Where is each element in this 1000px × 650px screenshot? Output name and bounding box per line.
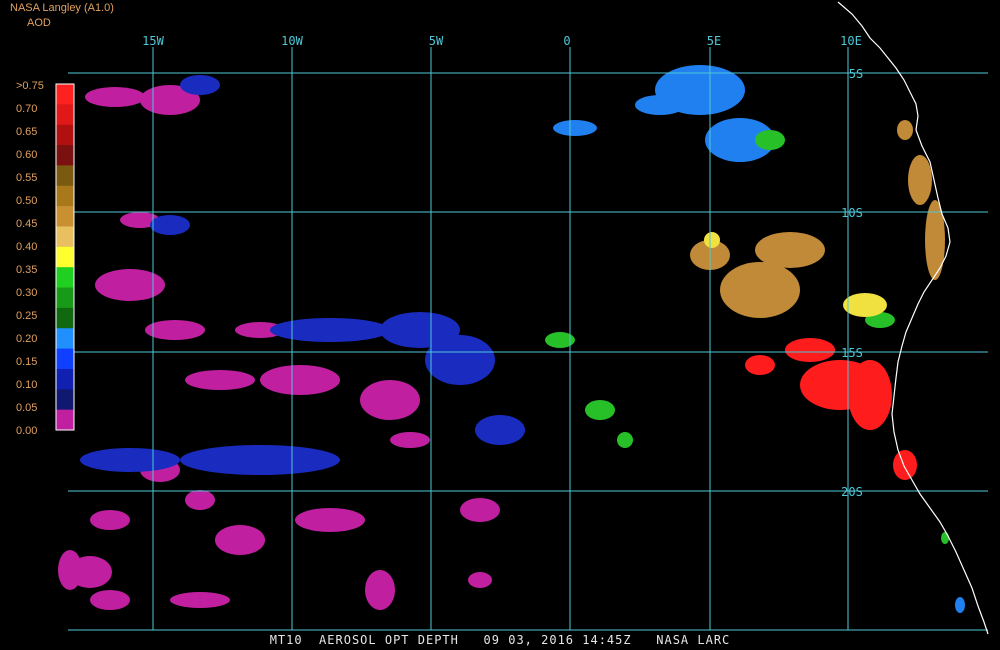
- legend-swatches: [56, 84, 74, 431]
- aod-map-view: NASA Langley (A1.0) AOD 15W 10W 5W 0 5E …: [0, 0, 1000, 650]
- lon-label-0: 0: [563, 34, 570, 48]
- legend-swatch: [56, 185, 74, 207]
- lon-label-10w: 10W: [281, 34, 303, 48]
- aod-region-mid: [553, 65, 965, 613]
- legend-swatch: [56, 267, 74, 289]
- map-canvas: 15W 10W 5W 0 5E 10E 5S 10S 15S 20S >0.75…: [16, 1, 989, 635]
- legend-label: 0.70: [16, 103, 37, 115]
- legend-swatch: [56, 165, 74, 187]
- lat-label-15s: 15S: [841, 346, 863, 360]
- legend-label: 0.45: [16, 218, 37, 230]
- lon-label-5e: 5E: [707, 34, 721, 48]
- lat-label-column: 5S 10S 15S 20S: [841, 67, 863, 499]
- lon-label-10e: 10E: [840, 34, 862, 48]
- legend-label: 0.65: [16, 126, 37, 138]
- lat-label-5s: 5S: [849, 67, 863, 81]
- legend-swatch: [56, 307, 74, 329]
- legend-swatch: [56, 409, 74, 431]
- legend-label: 0.05: [16, 402, 37, 414]
- lon-label-15w: 15W: [142, 34, 164, 48]
- lat-lon-grid: [68, 47, 988, 631]
- legend-label: 0.25: [16, 310, 37, 322]
- lon-label-5w: 5W: [429, 34, 444, 48]
- legend-swatch: [56, 348, 74, 370]
- legend-swatch: [56, 328, 74, 350]
- legend-label: 0.50: [16, 195, 37, 207]
- legend-swatch: [56, 84, 74, 105]
- legend-label: 0.35: [16, 264, 37, 276]
- legend-label: 0.55: [16, 172, 37, 184]
- legend-label: 0.40: [16, 241, 37, 253]
- legend-label: 0.60: [16, 149, 37, 161]
- aod-region-high: [745, 338, 917, 480]
- aod-color-legend: >0.75 0.70 0.65 0.60 0.55 0.50 0.45 0.40…: [16, 80, 75, 437]
- map-caption: MT10 AEROSOL OPT DEPTH 09 03, 2016 14:45…: [269, 633, 731, 647]
- legend-label: 0.20: [16, 333, 37, 345]
- coastline: [837, 1, 989, 635]
- legend-swatch: [56, 368, 74, 390]
- legend-label: 0.15: [16, 356, 37, 368]
- legend-label: >0.75: [16, 80, 44, 92]
- legend-label: 0.00: [16, 425, 37, 437]
- legend-label: 0.30: [16, 287, 37, 299]
- legend-swatch: [56, 124, 74, 146]
- legend-swatch: [56, 206, 74, 227]
- legend-label: 0.10: [16, 379, 37, 391]
- legend-swatch: [56, 226, 74, 248]
- aod-region-green: [545, 130, 949, 544]
- lon-label-row: 15W 10W 5W 0 5E 10E: [142, 34, 862, 48]
- legend-swatch: [56, 145, 74, 166]
- legend-swatch: [56, 104, 74, 126]
- aerosol-field: [58, 65, 965, 613]
- lat-label-20s: 20S: [841, 485, 863, 499]
- legend-swatch: [56, 246, 74, 268]
- legend-swatch: [56, 287, 74, 309]
- lat-label-10s: 10S: [841, 206, 863, 220]
- legend-swatch: [56, 389, 74, 411]
- legend-labels: >0.75 0.70 0.65 0.60 0.55 0.50 0.45 0.40…: [16, 80, 44, 437]
